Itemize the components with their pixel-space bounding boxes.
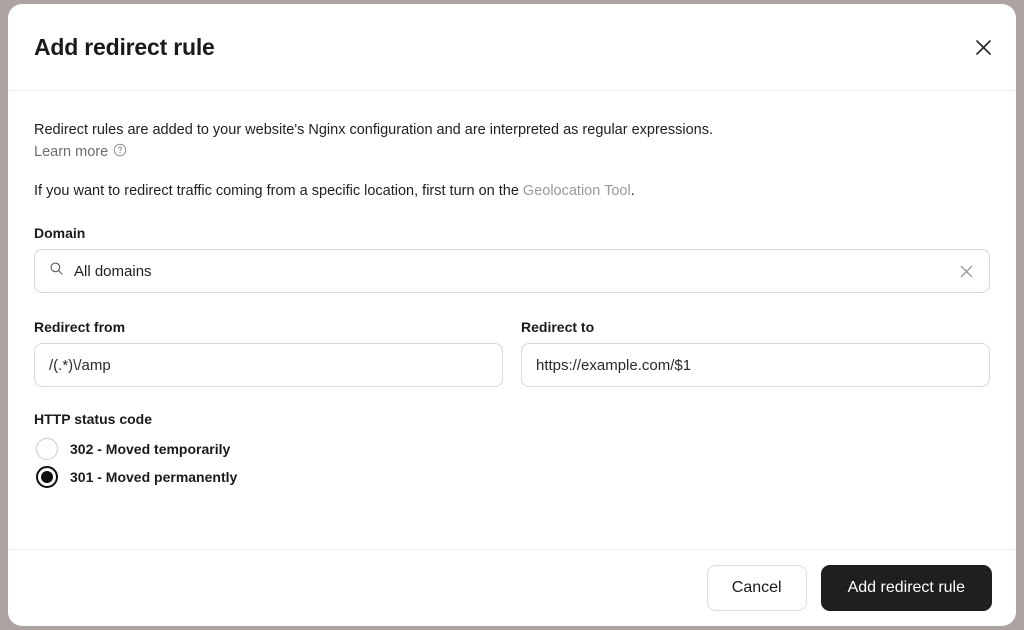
learn-more-label: Learn more: [34, 144, 109, 161]
redirect-from-group: Redirect from: [34, 319, 503, 388]
domain-label: Domain: [34, 225, 86, 242]
learn-more-link[interactable]: Learn more: [34, 143, 127, 161]
geolocation-tool-link[interactable]: Geolocation Tool: [523, 183, 631, 199]
radio-icon-301[interactable]: [36, 466, 58, 489]
domain-field-group: Domain All domains: [34, 225, 990, 294]
search-icon: [49, 261, 64, 281]
redirect-to-label: Redirect to: [521, 319, 595, 336]
add-redirect-rule-dialog: Add redirect rule Redirect rules are add…: [8, 4, 1016, 626]
domain-select[interactable]: All domains: [34, 249, 990, 294]
geolocation-note-suffix: .: [630, 183, 635, 200]
dialog-header: Add redirect rule: [8, 4, 1016, 91]
redirect-to-input[interactable]: [521, 343, 990, 388]
cancel-button[interactable]: Cancel: [706, 565, 807, 611]
redirect-from-input[interactable]: [34, 343, 503, 388]
radio-icon-302[interactable]: [36, 438, 58, 461]
redirect-to-group: Redirect to: [521, 319, 990, 388]
http-status-code-label: HTTP status code: [34, 411, 152, 428]
geolocation-note: If you want to redirect traffic coming f…: [34, 183, 990, 199]
add-redirect-rule-button[interactable]: Add redirect rule: [820, 565, 992, 611]
close-icon[interactable]: [968, 32, 998, 62]
page-title: Add redirect rule: [34, 33, 215, 60]
clear-domain-icon[interactable]: [957, 262, 975, 280]
redirect-fields-row: Redirect from Redirect to: [34, 319, 990, 388]
intro-text: Redirect rules are added to your website…: [34, 122, 714, 138]
status-option-301-label: 301 - Moved permanently: [70, 469, 238, 486]
domain-value: All domains: [74, 262, 152, 280]
http-status-code-group: HTTP status code 302 - Moved temporarily…: [34, 411, 990, 491]
geolocation-note-prefix: If you want to redirect traffic coming f…: [34, 183, 523, 200]
status-option-301[interactable]: 301 - Moved permanently: [36, 463, 990, 491]
help-circle-icon: [113, 143, 127, 161]
redirect-from-label: Redirect from: [34, 319, 126, 336]
status-option-302-label: 302 - Moved temporarily: [70, 441, 231, 458]
dialog-footer: Cancel Add redirect rule: [8, 549, 1016, 626]
dialog-body: Redirect rules are added to your website…: [8, 91, 1016, 549]
status-option-302[interactable]: 302 - Moved temporarily: [36, 435, 990, 463]
